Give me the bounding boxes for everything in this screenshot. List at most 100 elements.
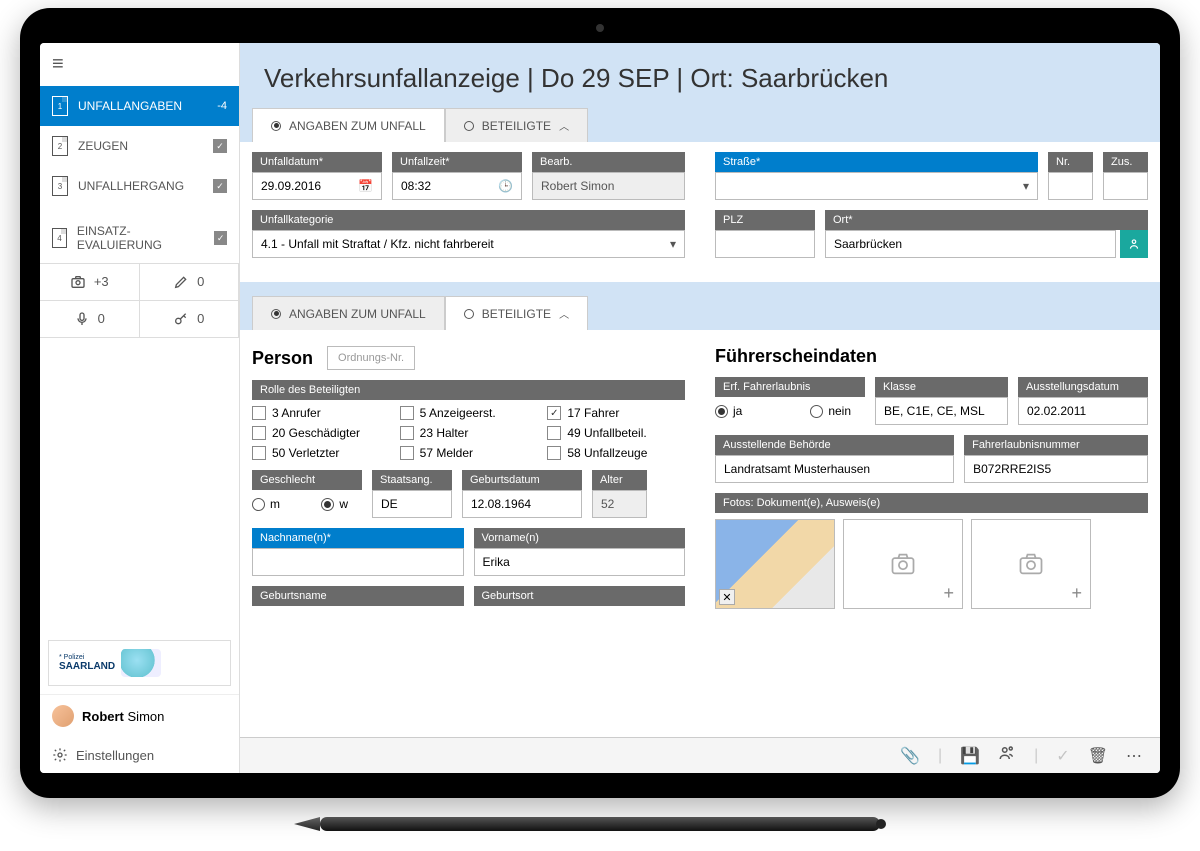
counter-grid: +3 0 0 0 (40, 263, 239, 338)
tabs-section-2: ANGABEN ZUM UNFALL BETEILIGTE ︿ (240, 296, 1160, 330)
main-content: Verkehrsunfallanzeige | Do 29 SEP | Ort:… (240, 43, 1160, 773)
lookup-icon (1127, 237, 1141, 251)
input-nr[interactable] (1048, 172, 1093, 200)
input-fahrerlaubnisnr[interactable]: B072RRE2IS5 (964, 455, 1148, 483)
label-nachname: Nachname(n)* (252, 528, 464, 548)
label-unfalldatum: Unfalldatum* (252, 152, 382, 172)
sidebar-item-label: EINSATZ-EVALUIERUNG (77, 224, 204, 253)
settings[interactable]: Einstellungen (40, 737, 239, 773)
input-unfallzeit[interactable]: 08:32 🕒 (392, 172, 522, 200)
input-unfalldatum[interactable]: 29.09.2016 📅 (252, 172, 382, 200)
input-ausstellungsdatum[interactable]: 02.02.2011 (1018, 397, 1148, 425)
clock-icon[interactable]: 🕒 (498, 179, 513, 193)
ort-lookup-button[interactable] (1120, 230, 1148, 258)
mic-counter[interactable]: 0 (40, 301, 140, 338)
pencil-counter[interactable]: 0 (140, 264, 240, 301)
input-behoerde[interactable]: Landratsamt Musterhausen (715, 455, 954, 483)
avatar (52, 705, 74, 727)
fschein-title: Führerscheindaten (715, 346, 877, 367)
chevron-down-icon: ▾ (670, 237, 676, 251)
tab-angaben-unfall[interactable]: ANGABEN ZUM UNFALL (252, 108, 445, 142)
input-bearb: Robert Simon (532, 172, 685, 200)
mic-icon (74, 311, 90, 327)
label-geschlecht: Geschlecht (252, 470, 362, 490)
photo-thumbnail[interactable]: ✕ (715, 519, 835, 609)
input-plz[interactable] (715, 230, 815, 258)
check-icon: ✓ (213, 139, 227, 153)
label-nr: Nr. (1048, 152, 1093, 172)
input-nachname[interactable] (252, 548, 464, 576)
tablet-camera (596, 24, 604, 32)
check-58-unfallzeuge[interactable]: 58 Unfallzeuge (547, 446, 685, 460)
ordnungsnr-input[interactable]: Ordnungs-Nr. (327, 346, 415, 370)
camera-icon (70, 274, 86, 290)
key-icon (173, 311, 189, 327)
delete-icon[interactable]: 🗑 (1088, 746, 1108, 766)
sidebar-item-evaluierung[interactable]: 4 EINSATZ-EVALUIERUNG ✓ (40, 214, 239, 263)
map-icon (121, 649, 161, 677)
label-vorname: Vorname(n) (474, 528, 686, 548)
input-geburtsdatum[interactable]: 12.08.1964 (462, 490, 582, 518)
input-klasse[interactable]: BE, C1E, CE, MSL (875, 397, 1008, 425)
select-strasse[interactable]: ▾ (715, 172, 1038, 200)
sidebar-item-unfallhergang[interactable]: 3 UNFALLHERGANG ✓ (40, 166, 239, 206)
bottom-toolbar: 📎 | 💾 | ✓ 🗑 ⋯ (240, 737, 1160, 773)
input-zus[interactable] (1103, 172, 1148, 200)
camera-icon (1017, 550, 1045, 578)
doc-icon: 1 (52, 96, 68, 116)
photo-add-slot[interactable]: + (843, 519, 963, 609)
sidebar-item-label: ZEUGEN (78, 139, 128, 153)
person-title: Person (252, 348, 313, 369)
confirm-icon[interactable]: ✓ (1056, 746, 1069, 766)
radio-m[interactable]: m (252, 497, 280, 511)
person-section: Person Ordnungs-Nr. Rolle des Beteiligte… (252, 340, 685, 616)
tabs-section-1: ANGABEN ZUM UNFALL BETEILIGTE ︿ (240, 108, 1160, 142)
photo-add-slot[interactable]: + (971, 519, 1091, 609)
plus-icon: + (943, 583, 954, 604)
people-icon[interactable] (998, 744, 1016, 767)
tab-beteiligte-2[interactable]: BETEILIGTE ︿ (445, 296, 588, 330)
check-23-halter[interactable]: 23 Halter (400, 426, 538, 440)
input-vorname[interactable]: Erika (474, 548, 686, 576)
radio-ja[interactable]: ja (715, 404, 742, 418)
attach-icon[interactable]: 📎 (900, 746, 920, 766)
check-57-melder[interactable]: 57 Melder (400, 446, 538, 460)
check-5-anzeigeerst[interactable]: 5 Anzeigeerst. (400, 406, 538, 420)
label-zus: Zus. (1103, 152, 1148, 172)
check-49-unfallbeteil[interactable]: 49 Unfallbeteil. (547, 426, 685, 440)
more-icon[interactable]: ⋯ (1126, 746, 1142, 766)
check-17-fahrer[interactable]: ✓17 Fahrer (547, 406, 685, 420)
radio-filled-icon (271, 121, 281, 131)
check-3-anrufer[interactable]: 3 Anrufer (252, 406, 390, 420)
label-geburtsdatum: Geburtsdatum (462, 470, 582, 490)
input-ort[interactable]: Saarbrücken (825, 230, 1116, 258)
label-fotos: Fotos: Dokument(e), Ausweis(e) (715, 493, 1148, 513)
sidebar-item-unfallangaben[interactable]: 1 UNFALLANGABEN -4 (40, 86, 239, 126)
check-50-verletzter[interactable]: 50 Verletzter (252, 446, 390, 460)
label-behoerde: Ausstellende Behörde (715, 435, 954, 455)
chevron-up-icon: ︿ (559, 306, 569, 321)
gear-icon (52, 747, 68, 763)
sidebar-item-label: UNFALLANGABEN (78, 99, 182, 113)
tab-beteiligte[interactable]: BETEILIGTE ︿ (445, 108, 588, 142)
label-bearb: Bearb. (532, 152, 685, 172)
radio-w[interactable]: w (321, 497, 348, 511)
check-icon: ✓ (214, 231, 227, 245)
remove-photo-icon[interactable]: ✕ (719, 589, 735, 605)
unfall-panel: Unfalldatum* 29.09.2016 📅 Unfallzeit* 08… (240, 142, 1160, 282)
input-staatsang[interactable]: DE (372, 490, 452, 518)
label-geburtsort: Geburtsort (474, 586, 686, 606)
radio-nein[interactable]: nein (810, 404, 851, 418)
key-counter[interactable]: 0 (140, 301, 240, 338)
camera-counter[interactable]: +3 (40, 264, 140, 301)
check-20-geschaedigter[interactable]: 20 Geschädigter (252, 426, 390, 440)
calendar-icon[interactable]: 📅 (358, 179, 373, 193)
menu-icon[interactable]: ≡ (40, 43, 239, 86)
select-kategorie[interactable]: 4.1 - Unfall mit Straftat / Kfz. nicht f… (252, 230, 685, 258)
label-geburtsname: Geburtsname (252, 586, 464, 606)
user-profile[interactable]: Robert Simon (40, 694, 239, 737)
radio-empty-icon (464, 121, 474, 131)
tab-angaben-unfall-2[interactable]: ANGABEN ZUM UNFALL (252, 296, 445, 330)
save-icon[interactable]: 💾 (960, 746, 980, 766)
sidebar-item-zeugen[interactable]: 2 ZEUGEN ✓ (40, 126, 239, 166)
